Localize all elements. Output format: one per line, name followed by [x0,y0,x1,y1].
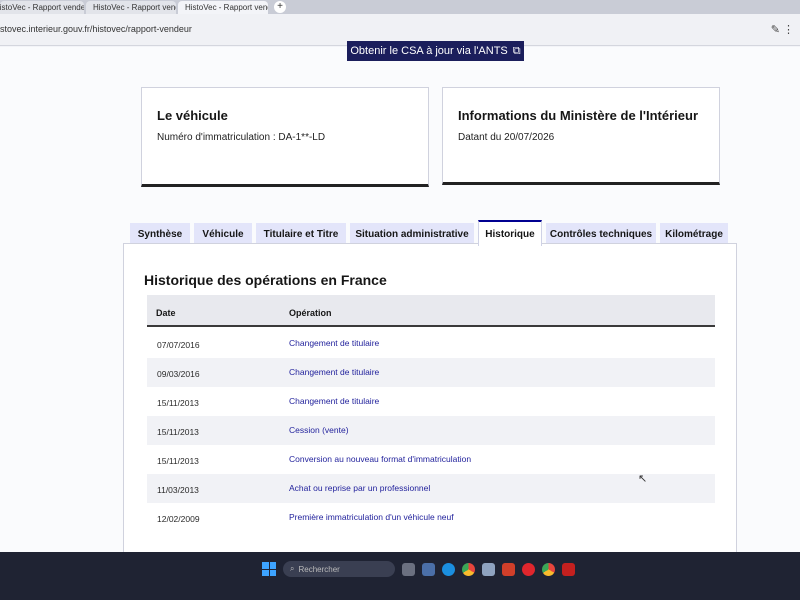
row-date: 15/11/2013 [157,456,199,466]
row-operation: Première immatriculation d'un véhicule n… [289,512,454,522]
tab-controles-techniques[interactable]: Contrôles techniques [546,223,656,245]
table-row: 09/03/2016 Changement de titulaire [147,358,715,387]
widgets-icon[interactable] [422,562,435,576]
row-operation: Conversion au nouveau format d'immatricu… [289,454,472,464]
tab-synthese[interactable]: Synthèse [130,223,190,245]
vehicle-card: Le véhicule Numéro d'immatriculation : D… [141,87,429,187]
row-date: 07/07/2016 [157,340,200,350]
row-date: 12/02/2009 [157,514,200,524]
vehicle-card-title: Le véhicule [157,108,228,123]
search-icon: ⌕ [290,564,295,573]
new-tab-button[interactable]: + [274,1,286,13]
opera-icon[interactable] [522,562,535,576]
tab-historique[interactable]: Historique [478,220,542,246]
browser-tab[interactable]: HistoVec - Rapport vende × [86,1,176,14]
table-row: 11/03/2013 Achat ou reprise par un profe… [147,474,715,503]
tab-vehicule[interactable]: Véhicule [194,223,252,245]
browser-tab-strip: HistoVec - Rapport vende × HistoVec - Ra… [0,0,800,14]
chrome-icon[interactable] [462,562,475,576]
row-operation: Achat ou reprise par un professionnel [289,483,431,493]
browser-tab-active[interactable]: HistoVec - Rapport vende × [178,1,268,14]
row-date: 11/03/2013 [157,485,199,495]
skype-icon[interactable] [442,562,455,576]
table-row: 12/02/2009 Première immatriculation d'un… [147,503,715,532]
screen: HistoVec - Rapport vende × HistoVec - Ra… [0,0,800,600]
browser-tab-label: HistoVec - Rapport vende [93,3,176,12]
csa-ants-button[interactable]: Obtenir le CSA à jour via l'ANTS ⧉ [347,41,524,61]
row-date: 09/03/2016 [157,369,200,379]
taskbar-icons: ⌕ Rechercher [262,560,575,578]
url-field[interactable]: stovec.interieur.gouv.fr/histovec/rappor… [0,24,192,34]
mouse-cursor-icon: ↖ [638,473,648,485]
chrome-icon-2[interactable] [542,562,555,576]
ministry-date: Datant du 20/07/2026 [458,132,555,143]
column-header-operation: Opération [289,308,332,318]
row-operation: Changement de titulaire [289,396,380,406]
tab-titulaire[interactable]: Titulaire et Titre [256,223,346,245]
app-icon[interactable] [482,562,495,576]
history-title: Historique des opérations en France [144,272,387,288]
table-row: 07/07/2016 Changement de titulaire [147,329,715,358]
table-row: 15/11/2013 Changement de titulaire [147,387,715,416]
row-operation: Cession (vente) [289,425,349,435]
windows-start-icon[interactable] [262,562,276,576]
row-operation: Changement de titulaire [289,338,380,348]
acrobat-icon[interactable] [562,562,575,576]
ministry-card-title: Informations du Ministère de l'Intérieur [458,108,699,123]
row-date: 15/11/2013 [157,398,199,408]
browser-tab-label: HistoVec - Rapport vende [0,3,84,12]
task-view-icon[interactable] [402,562,415,576]
table-row: 15/11/2013 Conversion au nouveau format … [147,445,715,474]
page-content: Obtenir le CSA à jour via l'ANTS ⧉ Le vé… [0,41,800,563]
browser-tab-label: HistoVec - Rapport vende [185,3,268,12]
history-panel: Historique des opérations en France Date… [123,243,737,563]
edit-icon[interactable]: ✎ ⋮ [771,23,794,36]
tab-situation-administrative[interactable]: Situation administrative [350,223,474,245]
table-header: Date Opération [147,295,715,327]
browser-tab[interactable]: HistoVec - Rapport vende × [0,1,84,14]
row-date: 15/11/2013 [157,427,199,437]
registration-number: Numéro d'immatriculation : DA-1**-LD [157,132,326,143]
taskbar: ⌕ Rechercher [0,552,800,600]
office-icon[interactable] [502,562,515,576]
row-operation: Changement de titulaire [289,367,380,377]
search-placeholder: Rechercher [298,564,340,574]
ministry-card: Informations du Ministère de l'Intérieur… [442,87,720,185]
external-link-icon: ⧉ [512,44,521,57]
csa-button-label: Obtenir le CSA à jour via l'ANTS [350,45,508,57]
column-header-date: Date [156,308,176,318]
table-row: 15/11/2013 Cession (vente) [147,416,715,445]
taskbar-search[interactable]: ⌕ Rechercher [283,561,395,577]
tab-kilometrage[interactable]: Kilométrage [660,223,728,245]
